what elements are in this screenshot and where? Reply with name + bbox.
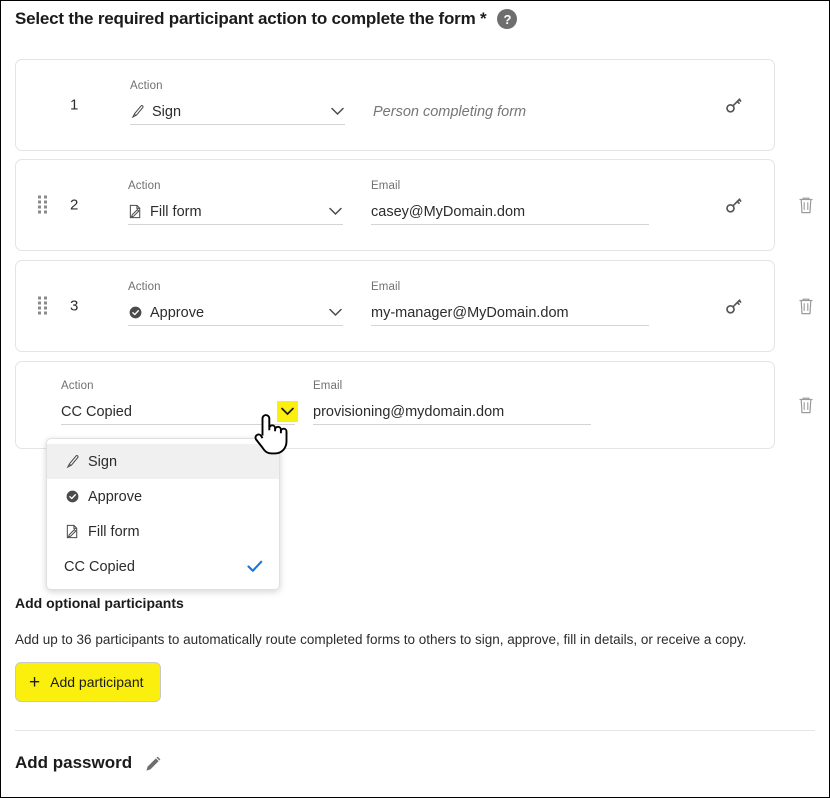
action-label: Action [128, 281, 161, 293]
dropdown-item-label: Sign [88, 453, 118, 470]
action-value: Fill form [150, 203, 202, 220]
dropdown-item-label: Fill form [88, 523, 140, 540]
email-placeholder: Person completing form [373, 104, 527, 120]
email-field: Email casey@MyDomain.dom [371, 180, 649, 225]
page-title: Select the required participant action t… [15, 9, 487, 28]
participant-actions-panel: Select the required participant action t… [0, 0, 830, 798]
email-value: my-manager@MyDomain.dom [371, 304, 569, 321]
participant-number: 3 [70, 297, 79, 315]
action-value: Approve [150, 304, 205, 321]
delete-participant-3-button[interactable] [795, 294, 817, 318]
plus-icon: + [29, 671, 41, 693]
email-input[interactable]: Person completing form [373, 101, 651, 125]
action-dropdown-menu: Sign Approve Fill form CC Copied [46, 438, 280, 590]
participant-number: 2 [70, 196, 79, 214]
action-field: Action CC Copied [61, 380, 298, 425]
delete-participant-2-button[interactable] [795, 193, 817, 217]
key-icon[interactable] [722, 93, 746, 117]
action-label: Action [128, 180, 161, 192]
action-select[interactable]: Fill form [128, 201, 343, 225]
action-label: Action [130, 80, 163, 92]
chevron-down-icon[interactable] [329, 104, 345, 120]
email-input[interactable]: my-manager@MyDomain.dom [371, 302, 649, 326]
add-participant-label: Add participant [50, 674, 144, 690]
key-icon[interactable] [722, 193, 746, 217]
action-field: Action Sign [130, 80, 345, 125]
add-password-section: Add password [15, 753, 163, 773]
sign-pen-icon [130, 104, 145, 119]
email-value: casey@MyDomain.dom [371, 203, 526, 220]
add-participant-button[interactable]: + Add participant [15, 662, 161, 702]
action-select[interactable]: Approve [128, 302, 343, 326]
dropdown-item-cc-copied[interactable]: CC Copied [47, 549, 279, 584]
action-field: Action Fill form [128, 180, 343, 225]
email-field: Email provisioning@mydomain.dom [313, 380, 591, 425]
chevron-down-icon[interactable] [327, 305, 343, 321]
email-value: provisioning@mydomain.dom [313, 403, 505, 420]
dropdown-item-fill-form[interactable]: Fill form [47, 514, 279, 549]
email-field: Email my-manager@MyDomain.dom [371, 281, 649, 326]
email-field: Person completing form [373, 80, 651, 125]
approve-check-icon [128, 305, 143, 320]
drag-handle-icon[interactable] [38, 296, 47, 316]
email-input[interactable]: provisioning@mydomain.dom [313, 401, 591, 425]
email-label: Email [313, 380, 343, 392]
chevron-down-icon[interactable] [327, 204, 343, 220]
key-icon[interactable] [722, 294, 746, 318]
add-password-heading: Add password [15, 753, 133, 772]
participant-number: 1 [70, 96, 79, 114]
optional-participants-description: Add up to 36 participants to automatical… [15, 632, 747, 647]
email-label: Email [371, 180, 401, 192]
pencil-icon[interactable] [144, 754, 163, 773]
dropdown-item-label: CC Copied [64, 558, 135, 575]
action-value: CC Copied [61, 403, 132, 420]
participant-card-1: 1 Action Sign Person completing form [15, 59, 775, 151]
optional-participants-heading: Add optional participants [15, 595, 184, 611]
dropdown-item-label: Approve [88, 488, 143, 505]
email-input[interactable]: casey@MyDomain.dom [371, 201, 649, 225]
participant-card-4: Action CC Copied Email provisioning@mydo… [15, 361, 775, 449]
participant-card-3: 3 Action Approve Email my-manager@MyDoma… [15, 260, 775, 352]
dropdown-item-sign[interactable]: Sign [47, 444, 279, 479]
help-circle-icon[interactable]: ? [497, 9, 518, 29]
email-label: Email [371, 281, 401, 293]
fill-form-icon [64, 524, 80, 540]
action-label: Action [61, 380, 94, 392]
sign-pen-icon [64, 454, 80, 470]
approve-check-icon [64, 489, 80, 505]
chevron-down-icon[interactable] [277, 401, 298, 422]
delete-participant-4-button[interactable] [795, 393, 817, 417]
section-divider [15, 730, 815, 731]
dropdown-item-approve[interactable]: Approve [47, 479, 279, 514]
action-value: Sign [152, 103, 182, 120]
action-field: Action Approve [128, 281, 343, 326]
drag-handle-icon[interactable] [38, 195, 47, 215]
page-header: Select the required participant action t… [15, 9, 518, 29]
action-select[interactable]: Sign [130, 101, 345, 125]
action-select[interactable]: CC Copied [61, 401, 298, 425]
fill-form-icon [128, 204, 143, 219]
checkmark-icon [247, 560, 263, 573]
participant-card-2: 2 Action Fill form Email casey@MyDomain.… [15, 159, 775, 251]
